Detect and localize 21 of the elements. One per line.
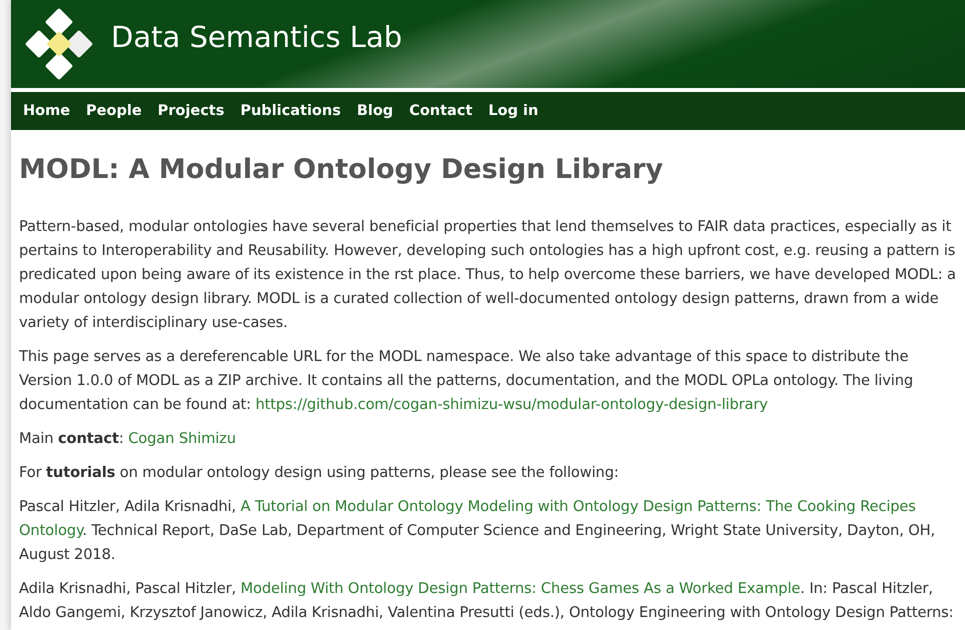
link[interactable]: https://github.com/cogan-shimizu-wsu/modular-ontology-design-library <box>255 396 768 413</box>
link[interactable]: Cogan Shimizu <box>128 430 236 447</box>
paragraph: For tutorials on modular ontology design using patterns, please see the following: <box>19 463 620 483</box>
nav-link[interactable]: Publications <box>232 99 349 123</box>
paragraph: This page serves as a dereferencable URL for the MODL namespace. We also take advantage of this space to distribute the Version 1.0.0 of MODL as a ZIP archive. It contains all the patterns, documentation, and the MODL OPLa ontology. The living documentation can be found at: https://github.com/cogan-shimizu-wsu/modular-ontology-design-library <box>19 347 914 415</box>
link[interactable]: Ontology <box>19 522 82 539</box>
site-title: Data Semantics Lab <box>111 20 402 54</box>
paragraph: Adila Krisnadhi, Pascal Hitzler, Modeling With Ontology Design Patterns: Chess Games As a Worked Example. In: Pascal Hitzler, Aldo Gangemi, Krzysztof Janowicz, Adila Krisnadhi, Valentina Presutti (eds.), Ontology Engineering with Ontology Design Patterns: <box>19 579 954 623</box>
nav-link[interactable]: Home <box>15 99 78 123</box>
nav-link[interactable]: Projects <box>150 99 232 123</box>
link[interactable]: A Tutorial on Modular Ontology Modeling with Ontology Design Patterns: The Cooking Recipes <box>240 498 916 515</box>
nav-link[interactable]: Blog <box>348 99 402 123</box>
nav-link[interactable]: Contact <box>401 99 480 123</box>
paragraph: Pattern-based, modular ontologies have several beneficial properties that lend themselves to FAIR data practices, especially as it pertains to Interoperability and Reusability. However, developing such ontologies has a high upfront cost, e.g. reusing a pattern is predicated upon being aware of its existence in the rst place. Thus, to help overcome these barriers, we have developed MODL: a modular ontology design library. MODL is a curated collection of well-documented ontology design patterns, drawn from a wide variety of interdisciplinary use-cases. <box>19 217 957 333</box>
logo-icon <box>23 8 95 80</box>
nav-link[interactable]: Log in <box>480 99 546 123</box>
page-title: MODL: A Modular Ontology Design Library <box>19 154 664 185</box>
paragraph: Main contact: Cogan Shimizu <box>19 429 237 449</box>
link[interactable]: Modeling With Ontology Design Patterns: Chess Games As a Worked Example <box>240 580 800 597</box>
nav-link[interactable]: People <box>78 99 150 123</box>
paragraph: Pascal Hitzler, Adila Krisnadhi, A Tutorial on Modular Ontology Modeling with Ontology Design Patterns: The Cooking Recipes Ontology. Technical Report, DaSe Lab, Department of Computer Science and Engineering, Wright State University, Dayton, OH, August 2018. <box>19 497 936 565</box>
